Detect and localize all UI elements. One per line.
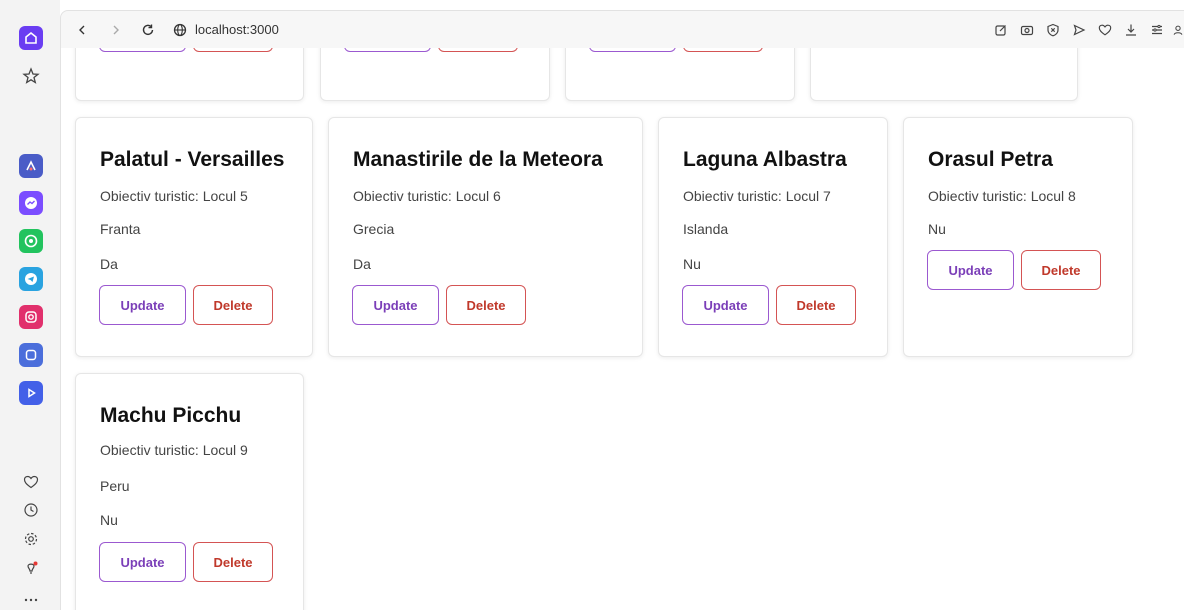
delete-button[interactable] — [193, 48, 273, 52]
heart-icon[interactable] — [21, 472, 41, 492]
place-title: Manastirile de la Meteora — [353, 148, 603, 171]
music-icon[interactable] — [19, 343, 43, 367]
place-country: Islanda — [683, 221, 729, 237]
place-country: Peru — [100, 478, 130, 494]
place-card: Laguna Albastra Obiectiv turistic: Locul… — [658, 117, 888, 357]
place-status: Da — [353, 256, 371, 272]
place-title: Machu Picchu — [100, 404, 242, 427]
place-subtitle: Obiectiv turistic: Locul 6 — [353, 188, 501, 204]
home-icon[interactable] — [19, 26, 43, 50]
favorites-icon[interactable] — [21, 66, 41, 86]
player-icon[interactable] — [19, 381, 43, 405]
place-status: Nu — [100, 512, 118, 528]
place-subtitle: Obiectiv turistic: Locul 9 — [100, 442, 248, 458]
delete-button[interactable]: Delete — [446, 285, 526, 325]
place-status: Da — [100, 256, 118, 272]
edit-icon[interactable] — [990, 19, 1012, 41]
globe-icon — [173, 23, 187, 36]
url-text: localhost:3000 — [195, 22, 279, 37]
menu-icon[interactable] — [1146, 19, 1168, 41]
delete-button[interactable]: Delete — [776, 285, 856, 325]
card-partial — [565, 48, 795, 101]
card-partial — [320, 48, 550, 101]
telegram-icon[interactable] — [19, 267, 43, 291]
profile-icon[interactable] — [1172, 19, 1184, 41]
place-card: Palatul - Versailles Obiectiv turistic: … — [75, 117, 313, 357]
place-card: Orasul Petra Obiectiv turistic: Locul 8 … — [903, 117, 1133, 357]
delete-button[interactable]: Delete — [193, 285, 273, 325]
whatsapp-icon[interactable] — [19, 229, 43, 253]
delete-button[interactable]: Delete — [1021, 250, 1101, 290]
place-country: Grecia — [353, 221, 395, 237]
forward-icon[interactable] — [105, 19, 127, 41]
shield-icon[interactable] — [1042, 19, 1064, 41]
page-content: Palatul - Versailles Obiectiv turistic: … — [60, 48, 1184, 610]
delete-button[interactable]: Delete — [193, 542, 273, 582]
update-button[interactable]: Update — [927, 250, 1014, 290]
camera-icon[interactable] — [1016, 19, 1038, 41]
history-icon[interactable] — [21, 500, 41, 520]
update-button[interactable] — [589, 48, 676, 52]
place-subtitle: Obiectiv turistic: Locul 5 — [100, 188, 248, 204]
app-sidebar — [0, 0, 60, 610]
address-bar[interactable]: localhost:3000 — [173, 22, 279, 37]
place-status: Nu — [683, 256, 701, 272]
delete-button[interactable] — [438, 48, 518, 52]
place-card: Machu Picchu Obiectiv turistic: Locul 9 … — [75, 373, 304, 610]
place-status: Nu — [928, 221, 946, 237]
settings-icon[interactable] — [21, 529, 41, 549]
instagram-icon[interactable] — [19, 305, 43, 329]
back-icon[interactable] — [71, 19, 93, 41]
heart-outline-icon[interactable] — [1094, 19, 1116, 41]
reload-icon[interactable] — [137, 19, 159, 41]
place-title: Laguna Albastra — [683, 148, 847, 171]
update-button[interactable]: Update — [682, 285, 769, 325]
place-title: Orasul Petra — [928, 148, 1053, 171]
messenger-icon[interactable] — [19, 191, 43, 215]
card-partial — [75, 48, 304, 101]
send-icon[interactable] — [1068, 19, 1090, 41]
browser-toolbar: localhost:3000 — [60, 10, 1184, 48]
place-country: Franta — [100, 221, 141, 237]
app-icon[interactable] — [19, 154, 43, 178]
update-button[interactable] — [99, 48, 186, 52]
download-icon[interactable] — [1120, 19, 1142, 41]
place-subtitle: Obiectiv turistic: Locul 8 — [928, 188, 1076, 204]
toolbar-actions — [990, 11, 1184, 49]
update-button[interactable]: Update — [352, 285, 439, 325]
card-partial — [810, 48, 1078, 101]
delete-button[interactable] — [683, 48, 763, 52]
update-button[interactable] — [344, 48, 431, 52]
tips-icon[interactable] — [21, 558, 41, 578]
more-icon[interactable] — [21, 592, 41, 608]
place-title: Palatul - Versailles — [100, 148, 285, 171]
update-button[interactable]: Update — [99, 285, 186, 325]
place-card: Manastirile de la Meteora Obiectiv turis… — [328, 117, 643, 357]
place-subtitle: Obiectiv turistic: Locul 7 — [683, 188, 831, 204]
update-button[interactable]: Update — [99, 542, 186, 582]
